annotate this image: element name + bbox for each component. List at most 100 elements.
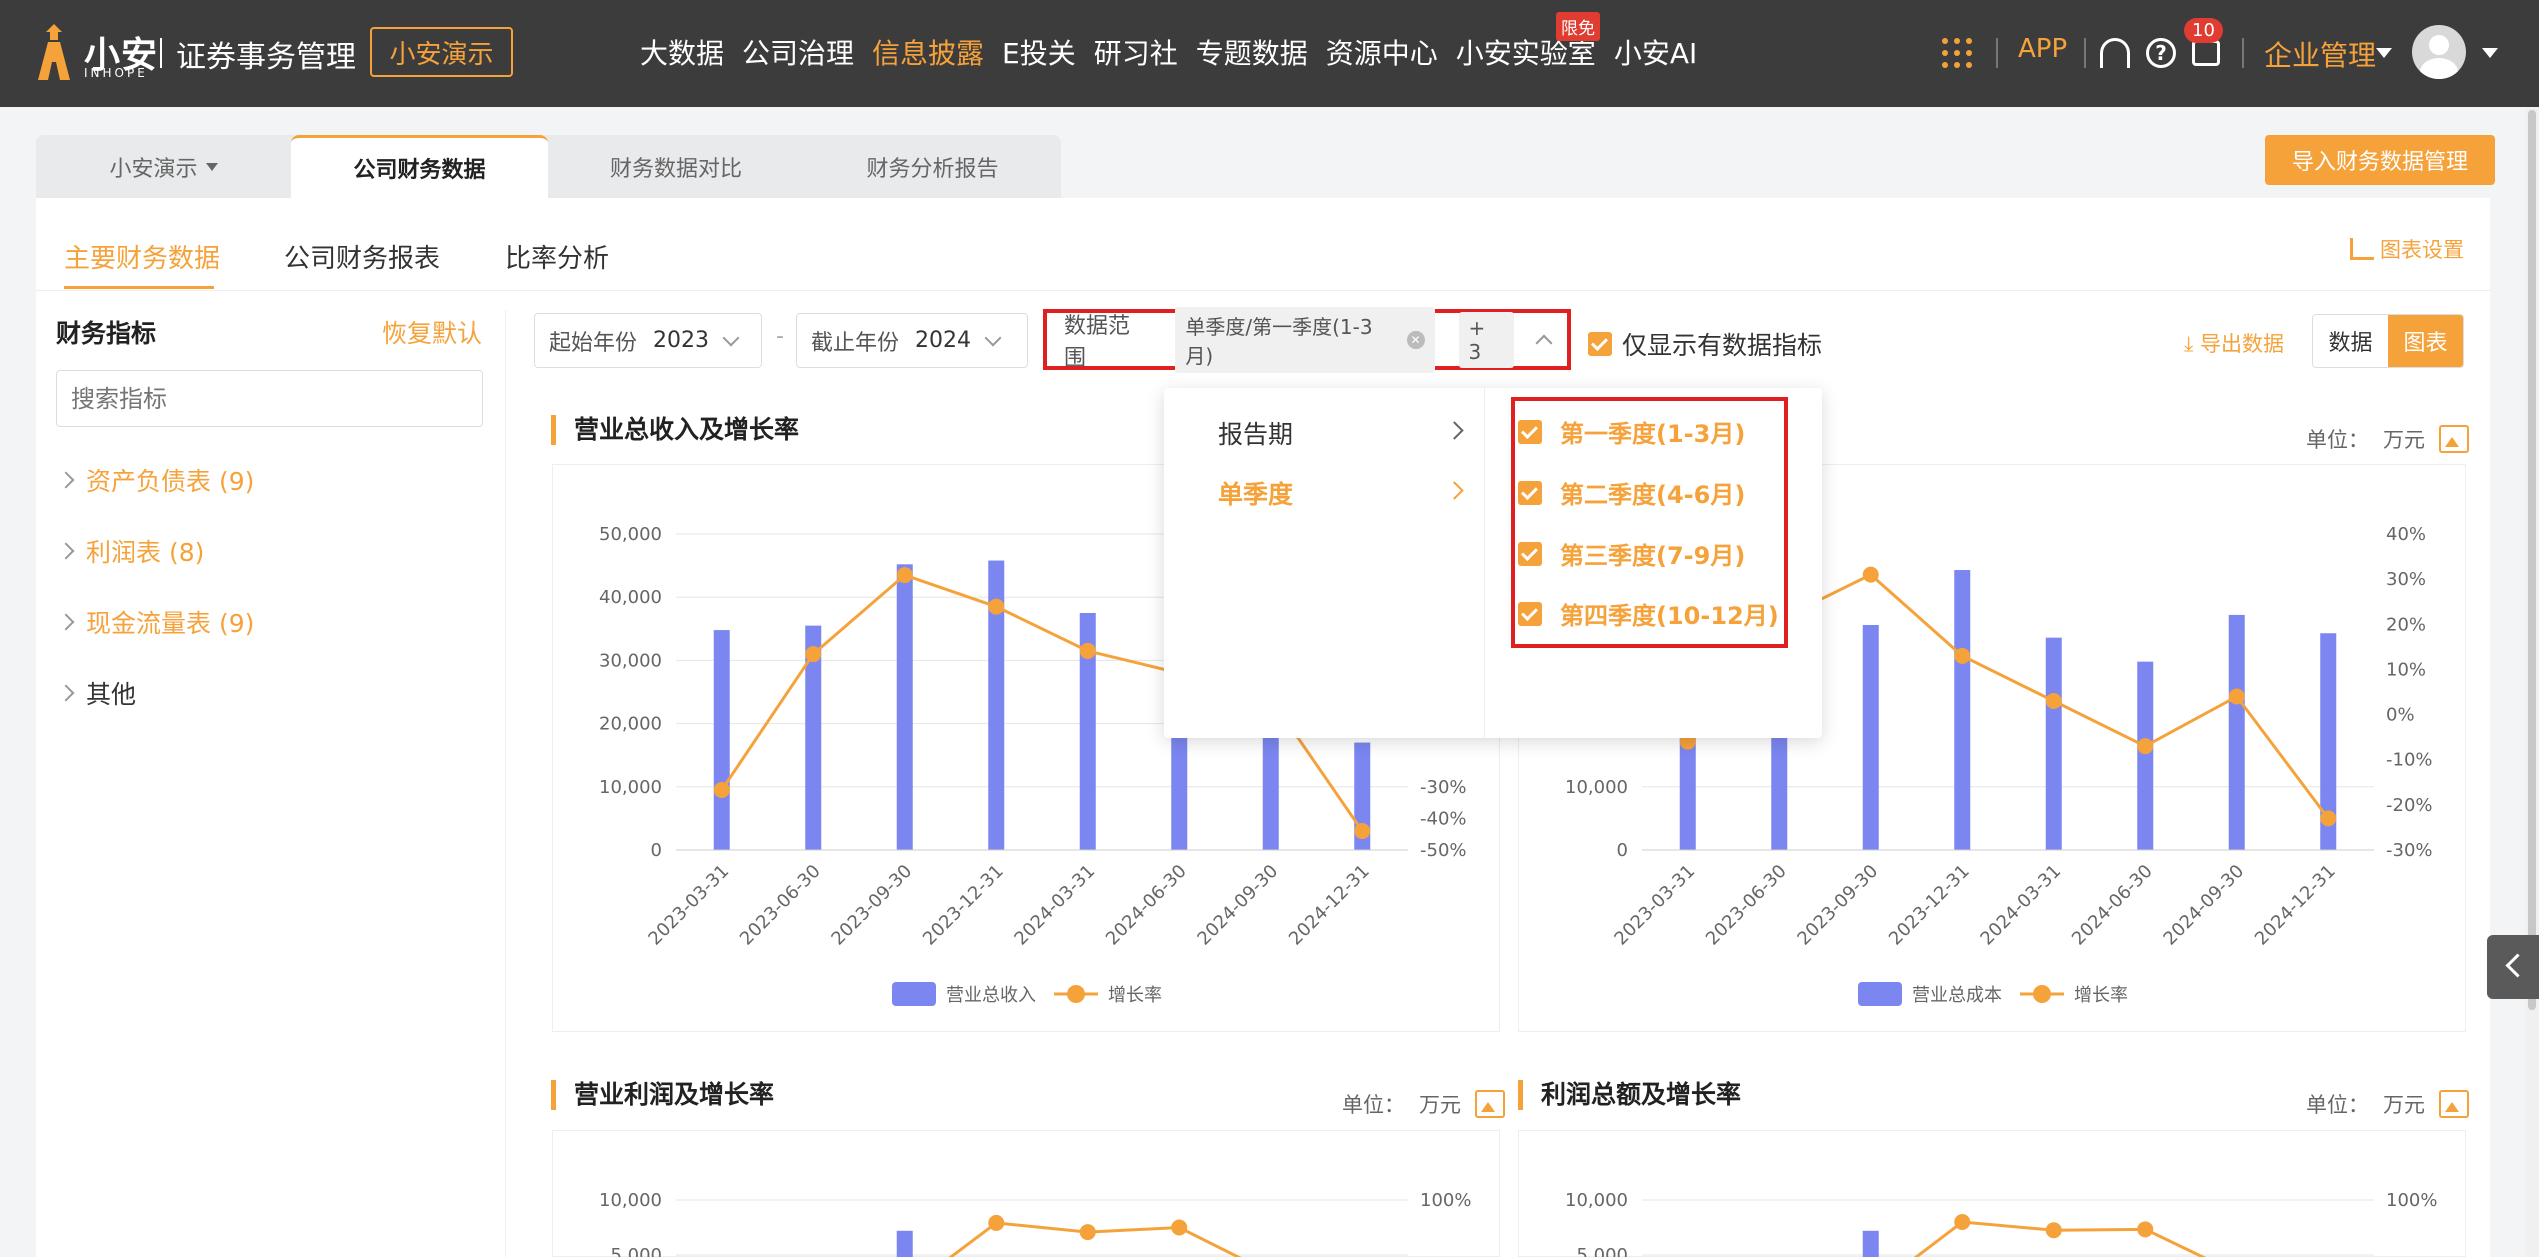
view-data-button[interactable]: 数据 (2313, 315, 2388, 367)
dropdown-item-single-quarter[interactable]: 单季度 (1218, 475, 1293, 511)
nav-item-big-data[interactable]: 大数据 (640, 32, 724, 72)
unit-label: 单位： (2306, 428, 2369, 452)
headset-icon[interactable] (2100, 38, 2130, 68)
view-chart-button[interactable]: 图表 (2388, 315, 2463, 367)
bar (1862, 1230, 1879, 1257)
y-tick-label: 0 (1617, 840, 1628, 861)
y2-tick-label: 100% (1420, 1190, 1471, 1211)
bar (1954, 570, 1971, 850)
x-tick-label: 2024-12-31 (2251, 861, 2340, 950)
sidebar-item-other[interactable]: 其他 (57, 675, 136, 711)
subtab-statements[interactable]: 公司财务报表 (284, 238, 440, 275)
nav-item-e-ir[interactable]: E投关 (1002, 32, 1076, 72)
chevron-right-icon (57, 684, 75, 702)
bar (1862, 625, 1879, 850)
restore-default-link[interactable]: 恢复默认 (382, 314, 482, 350)
save-image-icon[interactable] (2439, 425, 2469, 453)
checkbox-checked-icon (1518, 419, 1542, 444)
chart-title: 营业总收入及增长率 (551, 415, 799, 445)
save-image-icon[interactable] (1475, 1090, 1505, 1118)
sidebar-item-balance-sheet[interactable]: 资产负债表 (9) (57, 462, 254, 498)
nav-item-governance[interactable]: 公司治理 (742, 32, 854, 72)
checkbox-checked-icon (1588, 332, 1612, 356)
data-point (1079, 642, 1096, 659)
search-indicator-input[interactable] (56, 370, 483, 427)
y-tick-label: 5,000 (1576, 1245, 1628, 1257)
tab-company-selector[interactable]: 小安演示 (36, 135, 291, 198)
chart-settings-link[interactable]: 图表设置 (2350, 234, 2464, 264)
bar (2137, 661, 2154, 850)
unit-value: 万元 (2383, 428, 2425, 452)
x-tick-label: 2024-09-30 (2159, 861, 2248, 950)
quarter-checkbox-q1[interactable]: 第一季度(1-3月) (1518, 414, 1745, 449)
subtab-ratio-analysis[interactable]: 比率分析 (505, 238, 609, 275)
help-icon[interactable]: ? (2146, 38, 2176, 68)
page-scrollbar-thumb[interactable] (2528, 110, 2536, 1010)
enterprise-menu[interactable]: 企业管理 (2264, 34, 2376, 74)
dropdown-item-report-period[interactable]: 报告期 (1218, 415, 1293, 451)
chevron-down-icon (984, 329, 1002, 346)
sidebar-item-cash-flow[interactable]: 现金流量表 (9) (57, 604, 254, 640)
tag-label: 单季度/第一季度(1-3月) (1185, 314, 1373, 368)
tab-financial-compare[interactable]: 财务数据对比 (548, 135, 804, 198)
unit-label: 单位： (1342, 1093, 1405, 1117)
y-tick-label: 30,000 (599, 650, 662, 671)
data-point (2045, 1222, 2062, 1239)
close-icon[interactable]: ✕ (1406, 330, 1425, 349)
nav-item-topic-data[interactable]: 专题数据 (1196, 32, 1308, 72)
end-year-select[interactable]: 截止年份 2024 (796, 313, 1028, 368)
nav-item-disclosure[interactable]: 信息披露 (872, 32, 984, 72)
checkbox-checked-icon (1518, 601, 1542, 626)
start-year-select[interactable]: 起始年份 2023 (534, 313, 762, 368)
y2-tick-label: 100% (2386, 1190, 2437, 1211)
data-point (1862, 566, 1879, 583)
message-icon[interactable] (2192, 40, 2220, 66)
total-profit-chart: 5,000 10,000 100% (1565, 1190, 2437, 1257)
end-year-label: 截止年份 (811, 330, 900, 356)
message-count-badge: 10 (2184, 18, 2223, 43)
chevron-up-icon (1535, 334, 1553, 351)
data-point (988, 598, 1005, 615)
quarter-checkbox-q4[interactable]: 第四季度(10-12月) (1518, 596, 1779, 631)
data-range-select[interactable]: 数据范围 单季度/第一季度(1-3月) ✕ + 3 (1048, 306, 1566, 373)
import-financial-data-button[interactable]: 导入财务数据管理 (2265, 135, 2495, 185)
bar (713, 630, 730, 850)
collapse-panel-handle[interactable] (2487, 935, 2539, 999)
tab-financial-report[interactable]: 财务分析报告 (804, 135, 1061, 198)
subtab-main-financial[interactable]: 主要财务数据 (64, 238, 220, 275)
data-point (1079, 1224, 1096, 1241)
tab-company-financial-data[interactable]: 公司财务数据 (291, 135, 548, 198)
avatar[interactable] (2412, 25, 2466, 79)
quarter-checkbox-q3[interactable]: 第三季度(7-9月) (1518, 536, 1745, 571)
demo-company-button[interactable]: 小安演示 (370, 27, 513, 77)
end-year-value: 2024 (915, 328, 972, 353)
app-link[interactable]: APP (2018, 34, 2067, 64)
data-point (1354, 823, 1371, 840)
sidebar-divider (505, 310, 506, 1257)
sidebar-item-label: 利润表 (8) (86, 538, 205, 567)
y-tick-label: 10,000 (1565, 1190, 1628, 1211)
toolbar-divider (2084, 38, 2086, 68)
nav-item-study[interactable]: 研习社 (1094, 32, 1178, 72)
apps-grid-icon[interactable] (1942, 38, 1972, 68)
x-tick-label: 2023-09-30 (827, 861, 916, 950)
quarter-checkbox-q2[interactable]: 第二季度(4-6月) (1518, 475, 1745, 510)
chevron-down-icon[interactable] (2482, 48, 2498, 58)
only-show-data-checkbox[interactable]: 仅显示有数据指标 (1588, 326, 1822, 362)
legend-swatch-dot (2033, 985, 2051, 1003)
export-data-link[interactable]: ⤓ 导出数据 (2184, 328, 2284, 358)
data-range-label: 数据范围 (1064, 313, 1131, 371)
nav-item-resources[interactable]: 资源中心 (1326, 32, 1438, 72)
y2-tick-label: 0% (2386, 705, 2415, 726)
free-badge: 限免 (1556, 12, 1600, 41)
sidebar-item-income-statement[interactable]: 利润表 (8) (57, 533, 205, 569)
x-tick-label: 2024-06-30 (1102, 861, 1191, 950)
data-point (1171, 1219, 1188, 1236)
y2-tick-label: -30% (1420, 777, 1467, 798)
save-image-icon[interactable] (2439, 1090, 2469, 1118)
chevron-down-icon[interactable] (2376, 48, 2392, 58)
nav-item-ai[interactable]: 小安AI (1614, 32, 1697, 72)
x-tick-label: 2024-06-30 (2068, 861, 2157, 950)
checkbox-checked-icon (1518, 541, 1542, 566)
unit-label: 单位： (2306, 1093, 2369, 1117)
